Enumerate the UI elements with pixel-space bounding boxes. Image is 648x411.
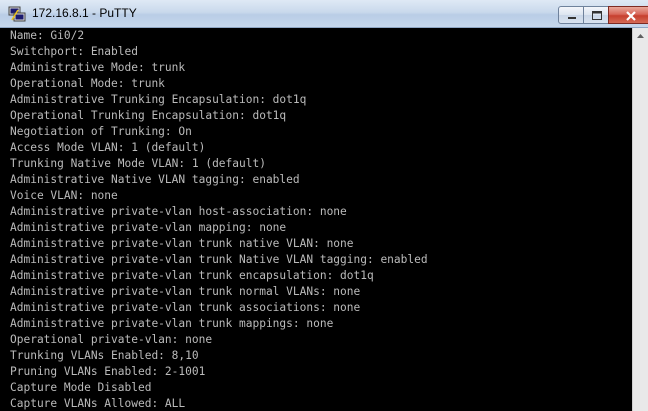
- terminal-line: Pruning VLANs Enabled: 2-1001: [10, 365, 206, 378]
- terminal-line: Administrative private-vlan mapping: non…: [10, 221, 287, 234]
- terminal-line: Administrative Native VLAN tagging: enab…: [10, 173, 300, 186]
- close-icon: [626, 11, 636, 21]
- maximize-button[interactable]: [583, 6, 609, 24]
- putty-window: 172.16.8.1 - PuTTY Name: Gi0/2 Switchpor…: [0, 0, 648, 411]
- window-title: 172.16.8.1 - PuTTY: [32, 6, 137, 20]
- terminal-line: Capture Mode Disabled: [10, 381, 152, 394]
- terminal-line: Operational private-vlan: none: [10, 333, 213, 346]
- terminal-line: Voice VLAN: none: [10, 189, 118, 202]
- terminal-line: Administrative private-vlan trunk Native…: [10, 253, 428, 266]
- title-bar[interactable]: 172.16.8.1 - PuTTY: [0, 0, 648, 28]
- terminal-line: Operational Mode: trunk: [10, 77, 165, 90]
- terminal-line: Switchport: Enabled: [10, 45, 138, 58]
- terminal-line: Administrative Trunking Encapsulation: d…: [10, 93, 307, 106]
- scroll-up-arrow-icon[interactable]: [633, 28, 648, 44]
- minimize-icon: [568, 17, 576, 19]
- terminal-line: Administrative private-vlan host-associa…: [10, 205, 347, 218]
- terminal-line: Trunking VLANs Enabled: 8,10: [10, 349, 199, 362]
- maximize-icon: [592, 11, 602, 20]
- putty-icon[interactable]: [8, 6, 26, 22]
- vertical-scrollbar[interactable]: [632, 28, 648, 411]
- terminal-line: Administrative private-vlan trunk normal…: [10, 285, 361, 298]
- terminal-line: Operational Trunking Encapsulation: dot1…: [10, 109, 287, 122]
- close-button[interactable]: [608, 6, 648, 24]
- terminal-line: Capture VLANs Allowed: ALL: [10, 397, 186, 410]
- terminal-line: Negotiation of Trunking: On: [10, 125, 192, 138]
- terminal-output[interactable]: Name: Gi0/2 Switchport: Enabled Administ…: [0, 28, 632, 411]
- terminal-line: Administrative private-vlan trunk encaps…: [10, 269, 374, 282]
- terminal-line: Trunking Native Mode VLAN: 1 (default): [10, 157, 266, 170]
- terminal-line: Administrative private-vlan trunk native…: [10, 237, 354, 250]
- window-controls: [558, 6, 648, 24]
- terminal-line: Administrative private-vlan trunk mappin…: [10, 317, 334, 330]
- terminal-line: Administrative Mode: trunk: [10, 61, 186, 74]
- terminal-line: Access Mode VLAN: 1 (default): [10, 141, 206, 154]
- minimize-button[interactable]: [558, 6, 584, 24]
- terminal-line: Name: Gi0/2: [10, 29, 85, 42]
- terminal-line: Administrative private-vlan trunk associ…: [10, 301, 361, 314]
